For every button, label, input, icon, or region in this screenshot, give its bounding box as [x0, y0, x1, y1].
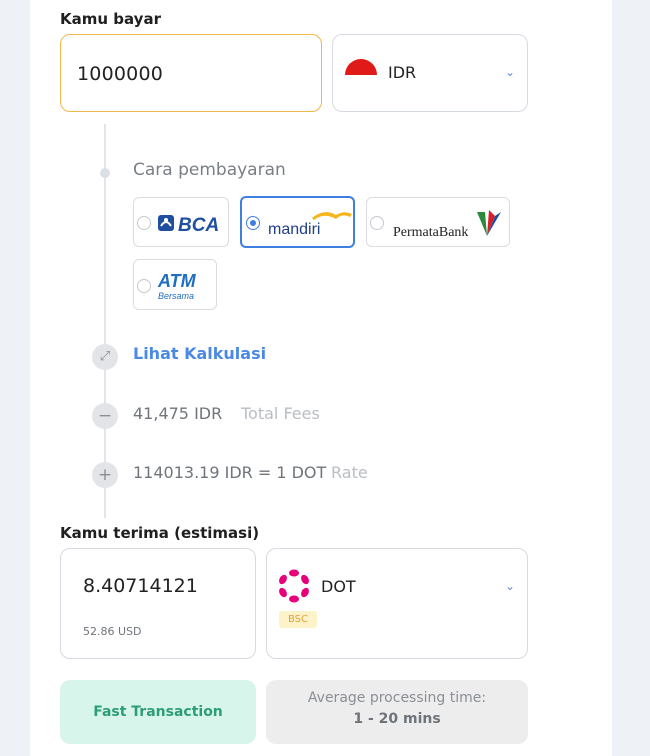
receive-usd-value: 52.86 USD [83, 625, 142, 638]
polkadot-icon [279, 569, 309, 603]
radio-mandiri[interactable] [246, 216, 260, 230]
processing-time-value: 1 - 20 mins [353, 711, 441, 727]
processing-time-box: Average processing time: 1 - 20 mins [266, 680, 528, 744]
mandiri-logo-text: mandiri [268, 221, 320, 238]
payment-method-mandiri[interactable]: mandiri [240, 196, 355, 248]
send-currency-select[interactable]: IDR ⌄ [332, 34, 528, 112]
timeline-dot [100, 168, 110, 178]
radio-atm-bersama[interactable] [137, 279, 151, 293]
atm-logo-text: ATM [157, 271, 197, 291]
chevron-down-icon: ⌄ [505, 579, 516, 593]
processing-time-label: Average processing time: [307, 690, 487, 706]
payment-method-bca[interactable]: BCA [133, 197, 229, 247]
view-calculation-link[interactable]: Lihat Kalkulasi [133, 344, 266, 363]
permatabank-logo-icon: PermataBank [393, 210, 501, 240]
exchange-card: Kamu bayar 1000000 IDR ⌄ Cara pembayaran… [30, 0, 612, 756]
chevron-down-icon: ⌄ [505, 65, 516, 79]
bersama-logo-text: Bersama [158, 291, 194, 301]
radio-bca[interactable] [137, 216, 151, 230]
total-fees-label: Total Fees [241, 404, 320, 423]
receive-currency-select[interactable]: DOT ⌄ BSC [266, 548, 528, 659]
indonesia-flag-icon [345, 59, 377, 75]
plus-icon: + [92, 462, 118, 488]
receive-label: Kamu terima (estimasi) [60, 524, 260, 542]
bca-logo-icon: BCA [158, 215, 219, 235]
bca-logo-text: BCA [178, 215, 219, 235]
timeline-line [104, 124, 106, 518]
minus-icon: − [92, 403, 118, 429]
rate-label: Rate [331, 463, 368, 482]
send-amount-input[interactable]: 1000000 [60, 34, 322, 112]
radio-permatabank[interactable] [370, 216, 384, 230]
send-label: Kamu bayar [60, 10, 161, 28]
mandiri-logo-icon: mandiri [268, 212, 352, 238]
payment-method-atm-bersama[interactable]: ATM Bersama [133, 259, 217, 310]
receive-amount-field: 8.40714121 52.86 USD [60, 548, 256, 659]
atm-bersama-logo-icon: ATM Bersama [157, 271, 197, 301]
payment-method-permatabank[interactable]: PermataBank [366, 197, 510, 247]
send-amount-value: 1000000 [77, 63, 164, 85]
permatabank-logo-text: PermataBank [393, 225, 468, 240]
total-fees-value: 41,475 IDR [133, 404, 223, 423]
receive-amount-value: 8.40714121 [83, 575, 198, 597]
fast-transaction-badge: Fast Transaction [60, 680, 256, 744]
send-currency-code: IDR [388, 63, 417, 82]
payment-method-label: Cara pembayaran [133, 160, 286, 180]
rate-value: 114013.19 IDR = 1 DOT [133, 463, 327, 482]
network-badge: BSC [279, 611, 318, 628]
receive-currency-code: DOT [321, 577, 356, 596]
expand-icon[interactable]: ⤢ [92, 344, 118, 370]
